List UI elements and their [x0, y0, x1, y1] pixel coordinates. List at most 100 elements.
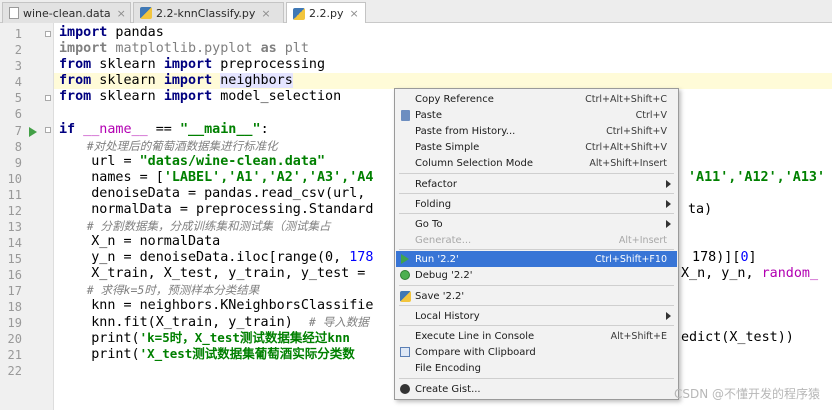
comment: # 求得k=5时，预测样本分类结果 [59, 283, 260, 297]
keyword: from [59, 57, 92, 72]
close-icon[interactable]: × [349, 7, 358, 20]
submenu-arrow-icon [666, 180, 671, 188]
menu-local-history[interactable]: Local History [396, 308, 677, 324]
keyword: import [163, 57, 213, 72]
string-literal: "datas/wine-clean.data" [139, 154, 326, 169]
menu-column-selection-mode[interactable]: Column Selection Mode Alt+Shift+Insert [396, 155, 677, 171]
tab-knn-classify[interactable]: 2.2-knnClassify.py × [133, 2, 284, 23]
close-icon[interactable]: × [117, 7, 126, 20]
menu-execute-line-in-console[interactable]: Execute Line in Console Alt+Shift+E [396, 328, 677, 344]
line-number: 10 [7, 172, 22, 186]
code-line-7: if __name__ == "__main__": [59, 122, 269, 138]
code-text: model_selection [212, 89, 342, 104]
menu-debug[interactable]: Debug '2.2' [396, 267, 677, 283]
code-line-1: import pandas [59, 25, 164, 41]
code-line-16: X_train, X_test, y_train, y_test = [59, 266, 365, 282]
line-number-gutter[interactable]: 1 2 3 4 5 6 7 8 9 10 11 12 13 14 15 16 1… [0, 23, 54, 410]
code-line-20: print('k=5时，X_test测试数据集经过knn [59, 330, 350, 346]
file-icon [9, 7, 19, 19]
menu-copy-reference[interactable]: Copy Reference Ctrl+Alt+Shift+C [396, 91, 677, 107]
menu-go-to[interactable]: Go To [396, 216, 677, 232]
line-number: 5 [14, 91, 22, 105]
code-text: edict(X_test)) [681, 330, 794, 345]
code-text: knn = neighbors.KNeighborsClassifie [59, 298, 374, 313]
tab-wine-clean-data[interactable]: wine-clean.data × [2, 2, 131, 23]
code-line-21: print('X_test测试数据集葡萄酒实际分类数 [59, 346, 355, 362]
line-number: 17 [7, 284, 22, 298]
menu-paste-from-history[interactable]: Paste from History... Ctrl+Shift+V [396, 123, 677, 139]
code-line-15-tail: 178)][0] [684, 250, 757, 266]
line-number: 15 [7, 252, 22, 266]
menu-item-label: Save '2.2' [415, 290, 465, 302]
menu-item-label: Copy Reference [415, 93, 494, 105]
run-gutter-icon[interactable] [29, 127, 37, 137]
code-text: ] [748, 250, 757, 265]
code-text: sklearn [91, 57, 164, 72]
comment: # 导入数据 [308, 315, 369, 329]
keyword: as [260, 41, 277, 56]
code-line-2: import matplotlib.pyplot as plt [59, 41, 309, 57]
menu-paste[interactable]: Paste Ctrl+V [396, 107, 677, 123]
editor-context-menu: Copy Reference Ctrl+Alt+Shift+C Paste Ctrl… [394, 88, 679, 400]
fold-marker-icon[interactable] [45, 95, 51, 101]
line-number: 1 [14, 27, 22, 41]
line-number: 7 [14, 124, 22, 138]
submenu-arrow-icon [666, 312, 671, 320]
menu-item-label: Folding [415, 198, 452, 210]
menu-create-gist[interactable]: Create Gist... [396, 381, 677, 397]
fold-marker-icon[interactable] [45, 127, 51, 133]
comment: # 分割数据集，分成训练集和测试集（测试集占 [59, 219, 331, 233]
menu-refactor[interactable]: Refactor [396, 176, 677, 192]
fold-marker-icon[interactable] [45, 31, 51, 37]
code-text: ta) [688, 202, 713, 217]
menu-item-shortcut: Ctrl+V [635, 109, 667, 121]
menu-item-shortcut: Ctrl+Shift+V [606, 125, 667, 137]
number-literal: 178 [349, 250, 374, 265]
menu-folding[interactable]: Folding [396, 196, 677, 212]
menu-item-label: Execute Line in Console [415, 330, 535, 342]
code-line-17: # 求得k=5时，预测样本分类结果 [59, 282, 260, 298]
menu-file-encoding[interactable]: File Encoding [396, 360, 677, 376]
string-literal: 'X_test测试数据集葡萄酒实际分类数 [139, 346, 355, 361]
menu-item-label: Refactor [415, 178, 457, 190]
string-literal: 'k=5时，X_test测试数据集经过knn [139, 330, 350, 345]
line-number: 16 [7, 268, 22, 282]
line-number: 2 [14, 43, 22, 57]
code-text: 178)][ [684, 250, 741, 265]
tab-2-2-py[interactable]: 2.2.py × [286, 2, 366, 24]
menu-compare-with-clipboard[interactable]: Compare with Clipboard [396, 344, 677, 360]
menu-item-label: Compare with Clipboard [415, 346, 536, 358]
code-text: == [147, 122, 180, 137]
code-line-8: #对处理后的葡萄酒数据集进行标准化 [59, 138, 278, 154]
menu-separator [399, 305, 674, 306]
github-icon [399, 383, 411, 395]
line-number: 13 [7, 220, 22, 234]
menu-item-shortcut: Ctrl+Shift+F10 [595, 253, 667, 265]
line-number: 9 [14, 156, 22, 170]
menu-separator [399, 213, 674, 214]
menu-save[interactable]: Save '2.2' [396, 288, 677, 304]
code-line-10-tail: 'A11','A12','A13' [688, 170, 825, 186]
watermark: CSDN @不懂开发的程序猿 [673, 387, 820, 401]
run-icon [399, 253, 411, 265]
number-literal: 0 [740, 250, 749, 265]
code-text: print( [59, 347, 140, 362]
keyword: import [59, 25, 108, 40]
keyword: from [59, 89, 92, 104]
tab-label: wine-clean.data [23, 6, 111, 20]
code-line-20-tail: edict(X_test)) [681, 330, 794, 346]
code-line-13: # 分割数据集，分成训练集和测试集（测试集占 [59, 218, 331, 234]
code-line-3: from sklearn import preprocessing [59, 57, 325, 73]
string-literal: "__main__" [179, 122, 261, 137]
code-text: knn.fit(X_train, y_train) [59, 315, 309, 330]
close-icon[interactable]: × [261, 7, 270, 20]
code-text: plt [276, 41, 309, 56]
code-text: sklearn [91, 73, 164, 88]
menu-run[interactable]: Run '2.2' Ctrl+Shift+F10 [396, 251, 677, 267]
menu-item-shortcut: Alt+Insert [618, 234, 667, 246]
code-line-5: from sklearn import model_selection [59, 89, 341, 105]
line-number: 21 [7, 348, 22, 362]
comment: #对处理后的葡萄酒数据集进行标准化 [59, 139, 278, 153]
menu-paste-simple[interactable]: Paste Simple Ctrl+Alt+Shift+V [396, 139, 677, 155]
menu-item-label: Debug '2.2' [415, 269, 473, 281]
